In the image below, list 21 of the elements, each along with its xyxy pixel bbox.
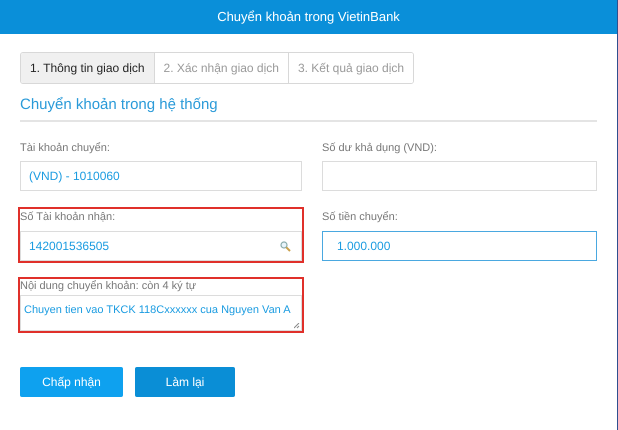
field-value: 142001536505 bbox=[29, 238, 110, 254]
step-tab[interactable]: 1. Thông tin giao dịch bbox=[21, 53, 154, 83]
search-icon[interactable] bbox=[280, 240, 291, 252]
field-value: (VND) - 1010060 bbox=[29, 168, 120, 185]
field-value: 1.000.000 bbox=[337, 238, 390, 254]
step-tab[interactable]: 3. Kết quả giao dịch bbox=[288, 53, 414, 83]
field-label: Số Tài khoản nhận: bbox=[20, 210, 116, 225]
field-value: Chuyen tien vao TKCK 118Cxxxxxx cua Nguyen Van A bbox=[23, 302, 292, 316]
field-label: Tài khoản chuyển: bbox=[20, 140, 111, 156]
input-field[interactable]: (VND) - 1010060 bbox=[20, 161, 302, 191]
resize-handle-icon[interactable] bbox=[294, 322, 300, 328]
reset-button[interactable]: Làm lại bbox=[135, 366, 235, 396]
field-label: Nội dung chuyển khoản: còn 4 ký tự bbox=[20, 278, 198, 292]
input-field[interactable]: 142001536505 bbox=[20, 230, 302, 260]
accept-button[interactable]: Chấp nhận bbox=[20, 366, 123, 396]
field-label: Số tiền chuyển: bbox=[322, 210, 399, 225]
window-title: Chuyển khoản trong VietinBank bbox=[217, 8, 400, 26]
input-field[interactable]: 1.000.000 bbox=[322, 230, 597, 260]
field-label: Số dư khả dụng (VND): bbox=[322, 140, 438, 156]
message-field[interactable]: Chuyen tien vao TKCK 118Cxxxxxx cua Nguyen Van A bbox=[20, 294, 302, 330]
section-title: Chuyển khoản trong hệ thống bbox=[20, 94, 597, 122]
